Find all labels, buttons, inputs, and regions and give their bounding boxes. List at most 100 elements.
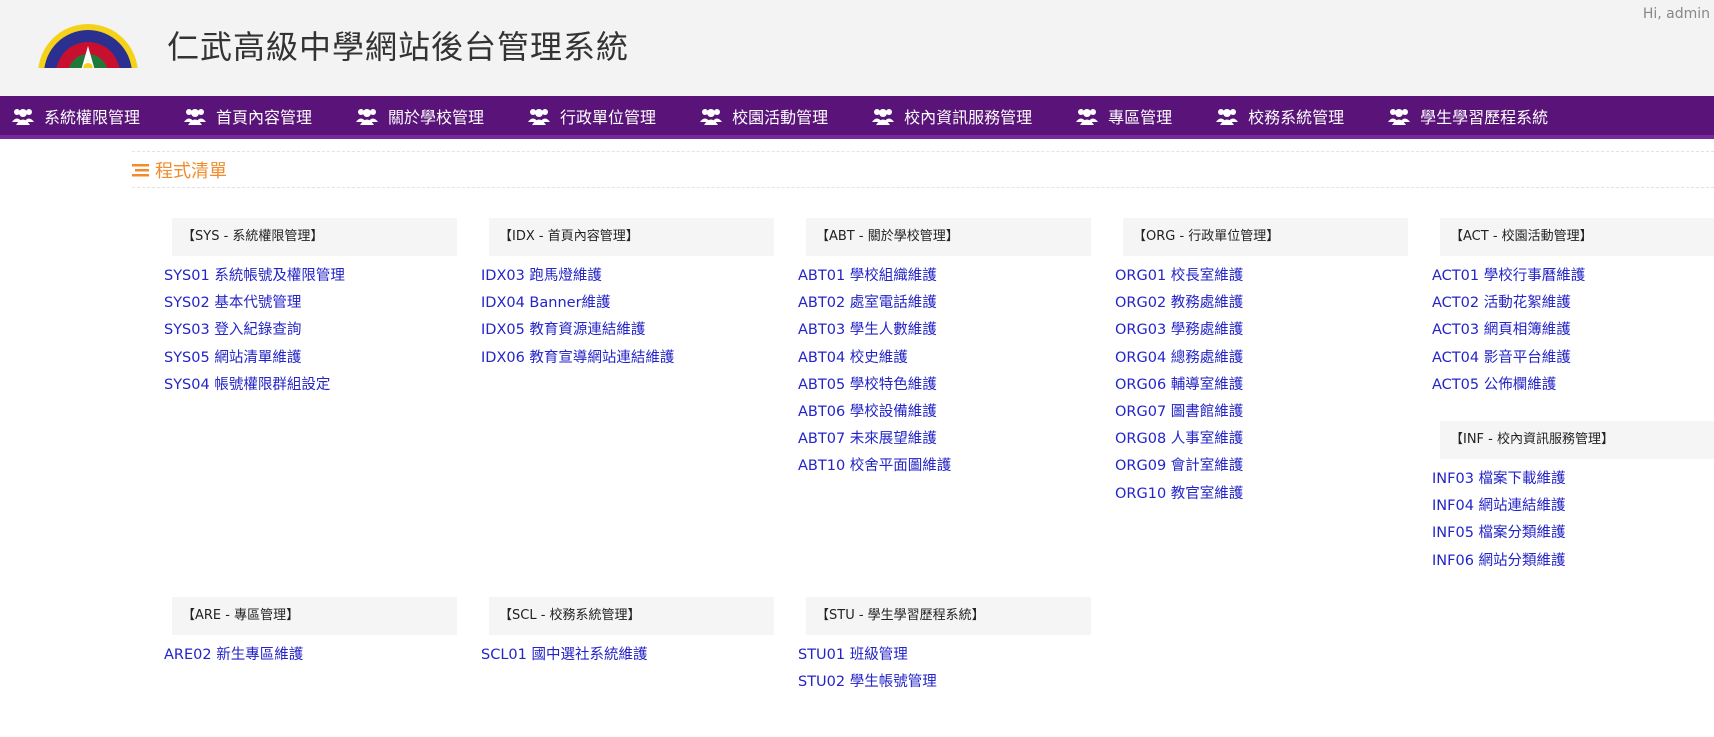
group-header: 【ARE - 專區管理】: [172, 597, 457, 635]
group-links: SCL01 國中選社系統維護: [481, 642, 769, 669]
program-link[interactable]: ORG03 學務處維護: [1115, 317, 1403, 344]
program-link[interactable]: SYS03 登入紀錄查詢: [164, 317, 452, 344]
program-link[interactable]: ACT03 網頁相簿維護: [1432, 317, 1714, 344]
users-icon: [184, 107, 207, 125]
group-header: 【ACT - 校園活動管理】: [1440, 218, 1714, 256]
nav-item-label: 校務系統管理: [1248, 107, 1345, 127]
program-link[interactable]: IDX03 跑馬燈維護: [481, 263, 769, 290]
group-abt: 【ABT - 關於學校管理】 ABT01 學校組織維護 ABT02 處室電話維護…: [798, 218, 1091, 481]
program-link[interactable]: IDX04 Banner維護: [481, 290, 769, 317]
users-icon: [12, 107, 34, 125]
program-link[interactable]: ABT07 未來展望維護: [798, 426, 1086, 453]
program-link[interactable]: ORG07 圖書館維護: [1115, 399, 1403, 426]
nav-item-label: 首頁內容管理: [216, 107, 313, 127]
user-greeting[interactable]: Hi, admin: [1643, 6, 1710, 22]
nav-item-are[interactable]: 專區管理: [1076, 96, 1172, 135]
nav-item-label: 系統權限管理: [44, 107, 141, 127]
nav-item-scl[interactable]: 校務系統管理: [1216, 96, 1344, 135]
program-link[interactable]: ABT10 校舍平面圖維護: [798, 453, 1086, 480]
program-link[interactable]: ORG10 教官室維護: [1115, 481, 1403, 508]
nav-item-label: 校內資訊服務管理: [904, 107, 1033, 127]
program-link[interactable]: ABT01 學校組織維護: [798, 263, 1086, 290]
nav-item-label: 專區管理: [1108, 107, 1173, 127]
group-links: ARE02 新生專區維護: [164, 642, 452, 669]
nav-item-stu[interactable]: 學生學習歷程系統: [1388, 96, 1548, 135]
main-nav: 系統權限管理 首頁內容管理 關於學校管理 行政單位管理 校園活動管理 校內資訊服…: [0, 96, 1714, 139]
program-link[interactable]: INF03 檔案下載維護: [1432, 466, 1714, 493]
site-title: 仁武高級中學網站後台管理系統: [167, 28, 630, 66]
group-header: 【ORG - 行政單位管理】: [1123, 218, 1408, 256]
group-org: 【ORG - 行政單位管理】 ORG01 校長室維護 ORG02 教務處維護 O…: [1115, 218, 1408, 508]
group-links: SYS01 系統帳號及權限管理 SYS02 基本代號管理 SYS03 登入紀錄查…: [164, 263, 452, 399]
group-header: 【ABT - 關於學校管理】: [806, 218, 1091, 256]
school-emblem-icon[interactable]: [32, 16, 144, 68]
users-icon: [1388, 107, 1411, 125]
users-icon: [700, 107, 723, 125]
nav-item-label: 校園活動管理: [732, 107, 829, 127]
group-scl: 【SCL - 校務系統管理】 SCL01 國中選社系統維護: [481, 597, 774, 669]
program-link[interactable]: ABT06 學校設備維護: [798, 399, 1086, 426]
group-act: 【ACT - 校園活動管理】 ACT01 學校行事曆維護 ACT02 活動花絮維…: [1432, 218, 1714, 399]
group-header: 【SYS - 系統權限管理】: [172, 218, 457, 256]
group-header: 【STU - 學生學習歷程系統】: [806, 597, 1091, 635]
nav-item-inf[interactable]: 校內資訊服務管理: [872, 96, 1032, 135]
nav-item-act[interactable]: 校園活動管理: [700, 96, 828, 135]
nav-item-org[interactable]: 行政單位管理: [528, 96, 656, 135]
nav-item-abt[interactable]: 關於學校管理: [356, 96, 484, 135]
program-link[interactable]: STU01 班級管理: [798, 642, 1086, 669]
nav-item-label: 關於學校管理: [388, 107, 485, 127]
group-sys: 【SYS - 系統權限管理】 SYS01 系統帳號及權限管理 SYS02 基本代…: [164, 218, 457, 399]
program-link[interactable]: SYS02 基本代號管理: [164, 290, 452, 317]
group-links: STU01 班級管理 STU02 學生帳號管理: [798, 642, 1086, 696]
users-icon: [356, 107, 379, 125]
program-link[interactable]: ACT04 影音平台維護: [1432, 345, 1714, 372]
program-link[interactable]: SYS05 網站清單維護: [164, 345, 452, 372]
group-inf: 【INF - 校內資訊服務管理】 INF03 檔案下載維護 INF04 網站連結…: [1432, 421, 1714, 575]
divider: [132, 187, 1714, 188]
program-link[interactable]: ARE02 新生專區維護: [164, 642, 452, 669]
program-link[interactable]: ABT03 學生人數維護: [798, 317, 1086, 344]
program-link[interactable]: ACT01 學校行事曆維護: [1432, 263, 1714, 290]
program-link[interactable]: IDX06 教育宣導網站連結維護: [481, 345, 769, 372]
program-link[interactable]: SYS01 系統帳號及權限管理: [164, 263, 452, 290]
section-title: 程式清單: [132, 157, 227, 183]
program-link[interactable]: SYS04 帳號權限群組設定: [164, 372, 452, 399]
group-links: INF03 檔案下載維護 INF04 網站連結維護 INF05 檔案分類維護 I…: [1432, 466, 1714, 575]
program-link[interactable]: ABT05 學校特色維護: [798, 372, 1086, 399]
program-link[interactable]: INF06 網站分類維護: [1432, 548, 1714, 575]
group-stu: 【STU - 學生學習歷程系統】 STU01 班級管理 STU02 學生帳號管理: [798, 597, 1091, 696]
site-header: 仁武高級中學網站後台管理系統 Hi, admin: [0, 0, 1714, 96]
users-icon: [528, 107, 551, 125]
group-links: IDX03 跑馬燈維護 IDX04 Banner維護 IDX05 教育資源連結維…: [481, 263, 769, 372]
program-link[interactable]: ORG02 教務處維護: [1115, 290, 1403, 317]
program-link[interactable]: INF04 網站連結維護: [1432, 493, 1714, 520]
section-title-text: 程式清單: [155, 161, 227, 182]
program-link[interactable]: ACT02 活動花絮維護: [1432, 290, 1714, 317]
divider: [132, 151, 1714, 152]
list-icon: [132, 163, 149, 178]
group-links: ORG01 校長室維護 ORG02 教務處維護 ORG03 學務處維護 ORG0…: [1115, 263, 1403, 508]
program-link[interactable]: ORG01 校長室維護: [1115, 263, 1403, 290]
group-header: 【IDX - 首頁內容管理】: [489, 218, 774, 256]
group-header: 【SCL - 校務系統管理】: [489, 597, 774, 635]
program-link[interactable]: IDX05 教育資源連結維護: [481, 317, 769, 344]
program-link[interactable]: ORG08 人事室維護: [1115, 426, 1403, 453]
nav-item-idx[interactable]: 首頁內容管理: [184, 96, 312, 135]
program-link[interactable]: ABT04 校史維護: [798, 345, 1086, 372]
program-link[interactable]: ORG04 總務處維護: [1115, 345, 1403, 372]
group-are: 【ARE - 專區管理】 ARE02 新生專區維護: [164, 597, 457, 669]
program-link[interactable]: ORG09 會計室維護: [1115, 453, 1403, 480]
program-link[interactable]: INF05 檔案分類維護: [1432, 520, 1714, 547]
program-link[interactable]: ABT02 處室電話維護: [798, 290, 1086, 317]
program-link[interactable]: SCL01 國中選社系統維護: [481, 642, 769, 669]
program-link[interactable]: STU02 學生帳號管理: [798, 669, 1086, 696]
users-icon: [872, 107, 895, 125]
nav-item-label: 學生學習歷程系統: [1420, 107, 1549, 127]
users-icon: [1216, 107, 1239, 125]
group-header: 【INF - 校內資訊服務管理】: [1440, 421, 1714, 459]
users-icon: [1076, 107, 1099, 125]
program-link[interactable]: ORG06 輔導室維護: [1115, 372, 1403, 399]
group-links: ABT01 學校組織維護 ABT02 處室電話維護 ABT03 學生人數維護 A…: [798, 263, 1086, 481]
program-link[interactable]: ACT05 公佈欄維護: [1432, 372, 1714, 399]
nav-item-sys[interactable]: 系統權限管理: [12, 96, 140, 135]
